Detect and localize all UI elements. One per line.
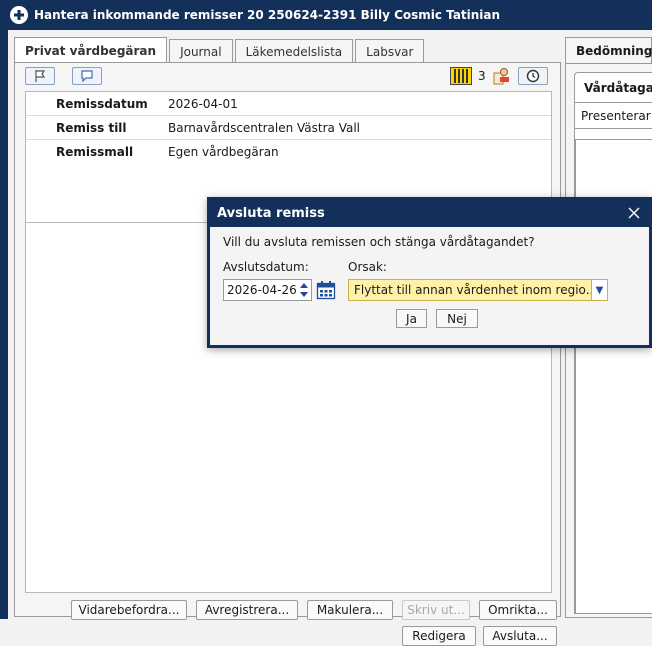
omrikta-button[interactable]: Omrikta...	[479, 600, 557, 620]
left-tabs: Privat vårdbegäran Journal Läkemedelslis…	[14, 37, 426, 63]
presenterar-label: Presenterar	[575, 103, 652, 129]
info-row-remissdatum: Remissdatum 2026-04-01	[26, 92, 551, 116]
tab-labsvar[interactable]: Labsvar	[355, 39, 425, 63]
close-icon[interactable]	[625, 204, 643, 222]
dropdown-arrow-icon[interactable]: ▼	[591, 280, 607, 300]
history-icon	[526, 69, 540, 83]
pharmacist-icon[interactable]	[491, 66, 511, 89]
tab-bedomning[interactable]: Bedömning	[565, 37, 652, 63]
info-label: Remiss till	[56, 120, 127, 135]
barcode-count: 3	[478, 69, 486, 83]
orsak-label: Orsak:	[348, 260, 387, 274]
tab-lakemedelslista[interactable]: Läkemedelslista	[234, 39, 354, 63]
redigera-button[interactable]: Redigera	[402, 626, 476, 646]
dialog-title: Avsluta remiss	[217, 206, 325, 221]
window-frame	[0, 30, 8, 619]
ja-button[interactable]: Ja	[396, 309, 427, 328]
info-value: Barnavårdscentralen Västra Vall	[168, 120, 361, 135]
avsluta-remiss-dialog: Avsluta remiss Vill du avsluta remissen …	[207, 197, 652, 348]
avsluta-button[interactable]: Avsluta...	[483, 626, 557, 646]
tab-privat-vardbegaran[interactable]: Privat vårdbegäran	[14, 37, 168, 63]
avslutsdatum-label: Avslutsdatum:	[223, 260, 309, 274]
history-button[interactable]	[518, 67, 548, 85]
calendar-icon	[316, 281, 336, 300]
skriv-ut-button[interactable]: Skriv ut...	[402, 600, 470, 620]
plus-circle-icon	[10, 6, 28, 24]
tab-vardatagande[interactable]: Vårdåtagan	[574, 72, 652, 102]
comment-button[interactable]	[72, 67, 102, 85]
spinner-icon[interactable]	[299, 282, 309, 298]
info-value: Egen vårdbegäran	[168, 145, 279, 159]
dialog-question: Vill du avsluta remissen och stänga vård…	[223, 235, 535, 249]
calendar-button[interactable]	[315, 279, 337, 301]
vardatagande-body: Presenterar	[574, 102, 652, 614]
info-row-remissmall: Remissmall Egen vårdbegäran	[26, 140, 551, 164]
avregistrera-button[interactable]: Avregistrera...	[196, 600, 298, 620]
window-title: Hantera inkommande remisser 20 250624-23…	[34, 8, 501, 22]
flag-icon	[35, 70, 46, 82]
tab-journal[interactable]: Journal	[169, 39, 233, 63]
info-row-remiss-till: Remiss till Barnavårdscentralen Västra V…	[26, 116, 551, 140]
barcode-icon[interactable]	[450, 67, 472, 88]
orsak-select[interactable]: Flyttat till annan vårdenhet inom regio.…	[348, 279, 608, 301]
window-titlebar: Hantera inkommande remisser 20 250624-23…	[0, 0, 652, 30]
flag-button[interactable]	[25, 67, 55, 85]
avslutsdatum-field[interactable]: 2026-04-26	[223, 279, 312, 301]
makulera-button[interactable]: Makulera...	[307, 600, 393, 620]
dialog-body: Vill du avsluta remissen och stänga vård…	[210, 227, 649, 345]
info-label: Remissmall	[56, 145, 134, 159]
nej-button[interactable]: Nej	[436, 309, 478, 328]
dialog-titlebar: Avsluta remiss	[210, 200, 649, 227]
comment-icon	[81, 70, 93, 83]
avslutsdatum-value: 2026-04-26	[227, 283, 297, 297]
info-label: Remissdatum	[56, 96, 148, 111]
info-value: 2026-04-01	[168, 96, 238, 111]
orsak-value: Flyttat till annan vårdenhet inom regio.…	[354, 283, 598, 297]
vidarebefordra-button[interactable]: Vidarebefordra...	[71, 600, 187, 620]
